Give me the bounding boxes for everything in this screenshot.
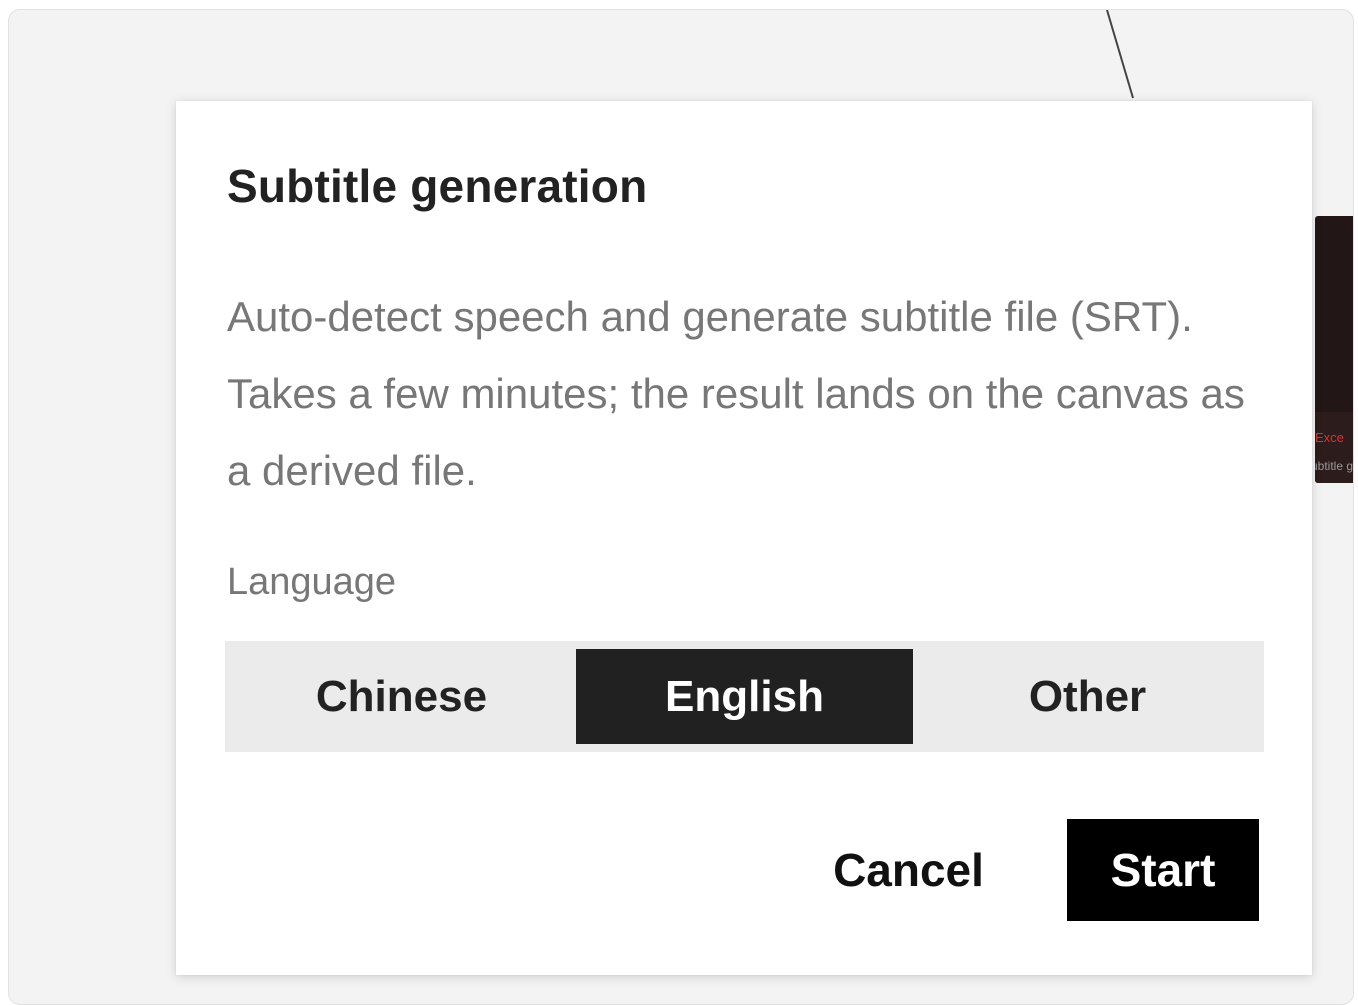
language-option-other[interactable]: Other [919,649,1256,744]
subtitle-generation-dialog: Subtitle generation Auto-detect speech a… [176,101,1312,975]
canvas-node-thumbnail[interactable]: Exce ubtitle g [1315,216,1354,483]
thumbnail-subtitle-text: ubtitle g [1315,459,1354,473]
dialog-description: Auto-detect speech and generate subtitle… [227,293,1245,494]
language-option-english[interactable]: English [576,649,913,744]
dialog-title: Subtitle generation [227,160,648,212]
cancel-button[interactable]: Cancel [806,819,1011,921]
language-selector: Chinese English Other [225,641,1264,752]
thumbnail-title-text: Exce [1315,430,1344,445]
language-option-chinese[interactable]: Chinese [233,649,570,744]
start-button[interactable]: Start [1067,819,1259,921]
language-label: Language [227,561,397,603]
